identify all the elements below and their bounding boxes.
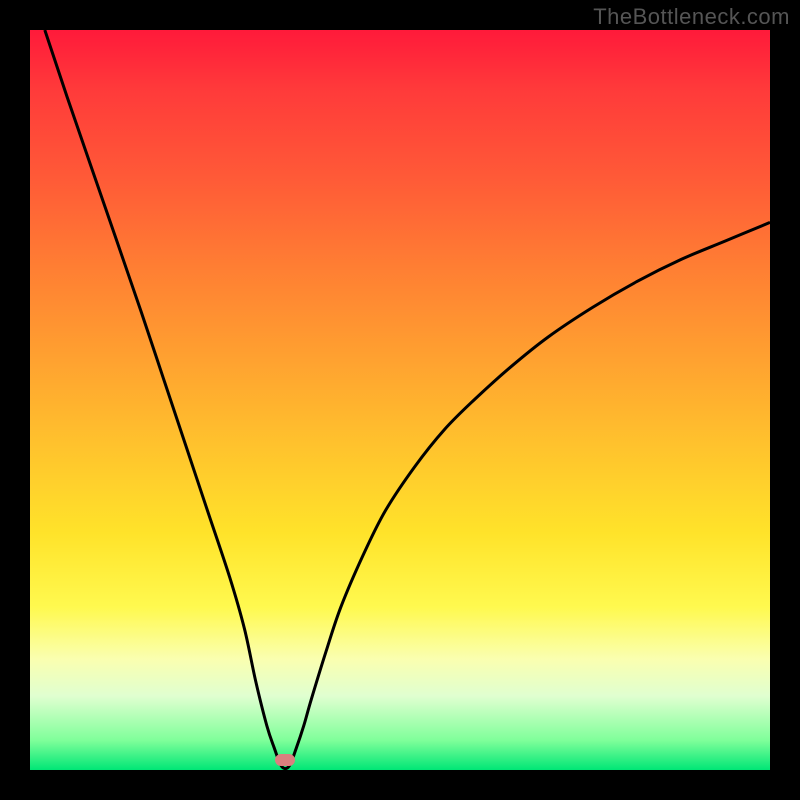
plot-area xyxy=(30,30,770,770)
optimal-point-marker xyxy=(275,754,295,766)
bottleneck-curve xyxy=(30,30,770,770)
chart-frame: TheBottleneck.com xyxy=(0,0,800,800)
watermark-text: TheBottleneck.com xyxy=(593,4,790,30)
